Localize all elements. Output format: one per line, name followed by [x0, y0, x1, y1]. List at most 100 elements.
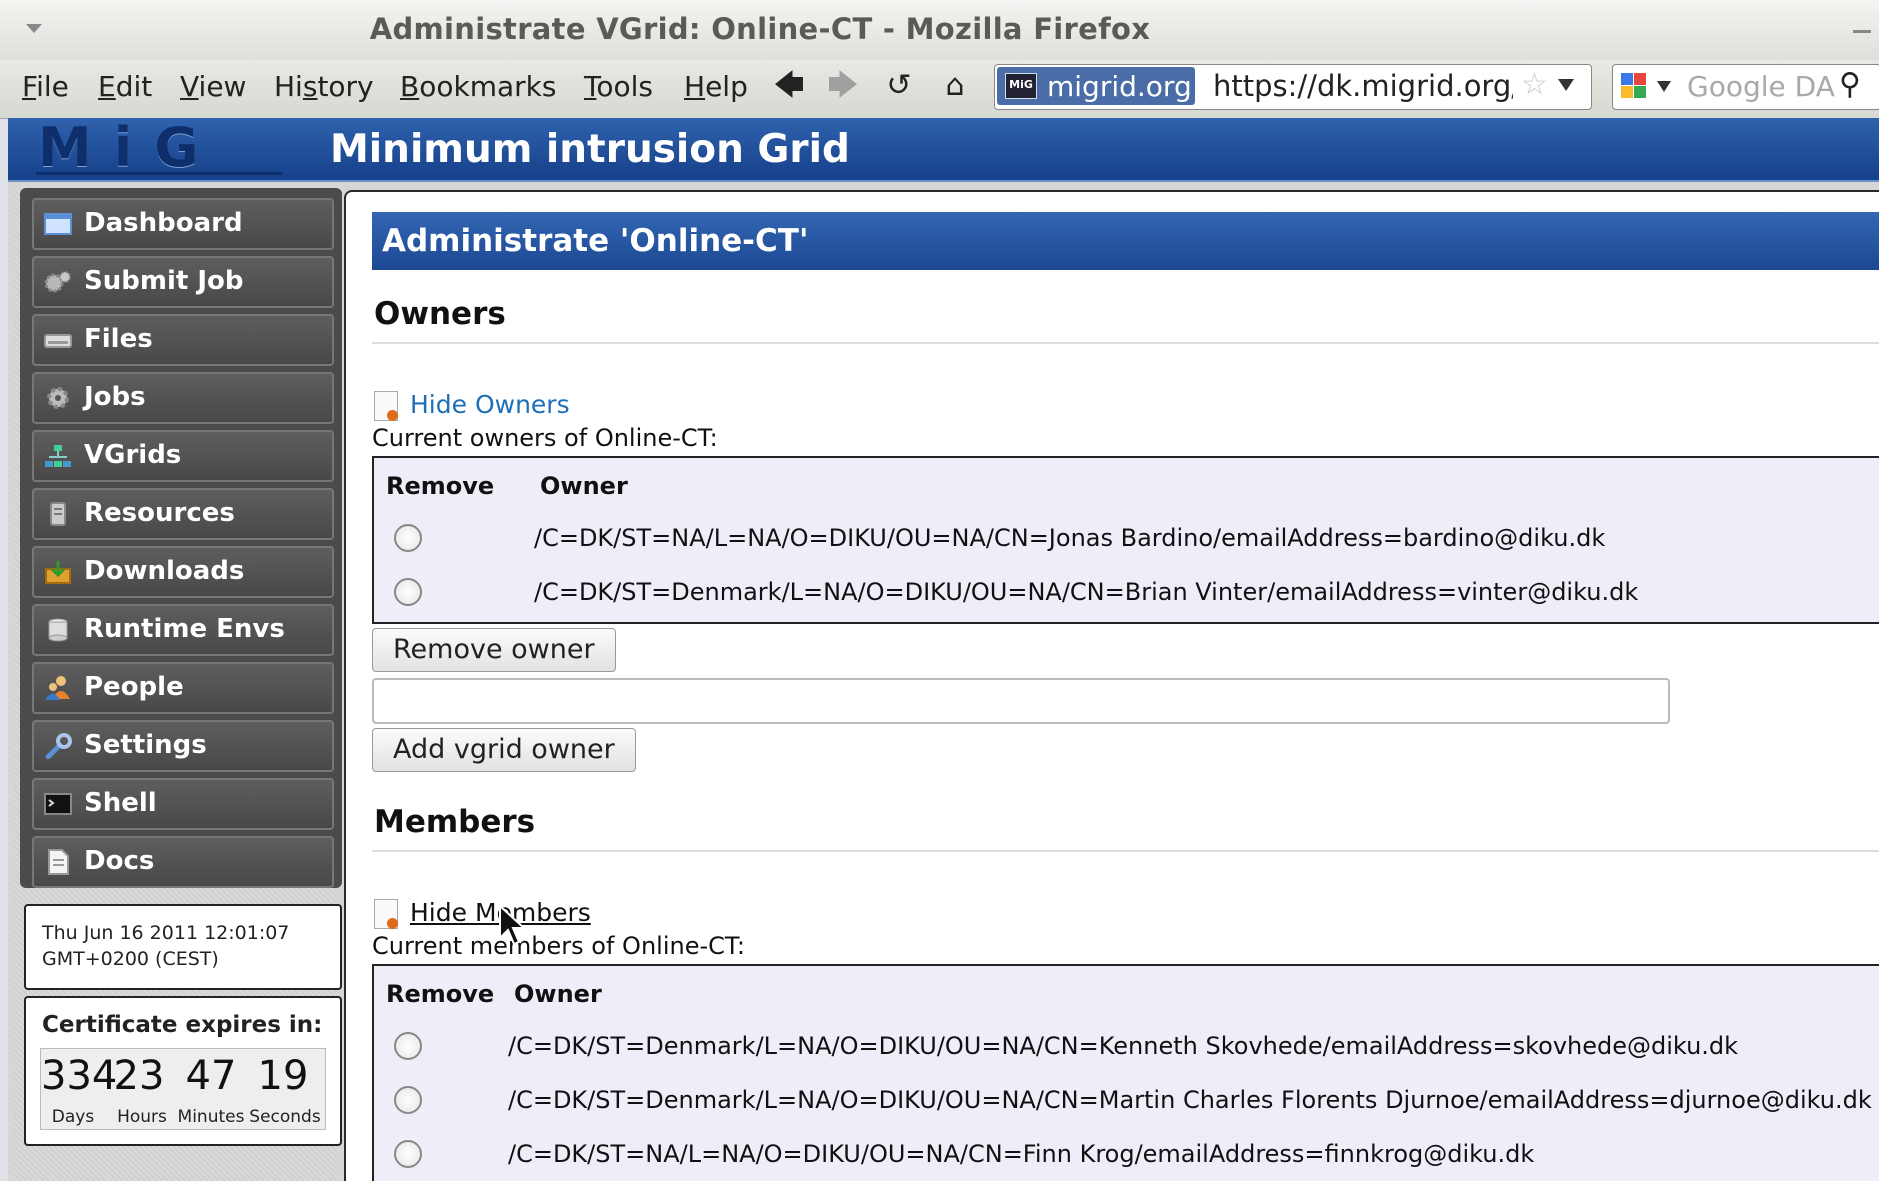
mig-logo[interactable]: MiG — [38, 121, 278, 175]
sidebar-item-people[interactable]: People — [32, 662, 334, 714]
mig-logo-underline — [36, 172, 282, 175]
members-col-owner: Owner — [514, 980, 602, 1008]
sidebar-item-runtime-envs[interactable]: Runtime Envs — [32, 604, 334, 656]
owner-remove-radio[interactable] — [394, 524, 422, 552]
sidebar-item-label: VGrids — [84, 440, 182, 470]
members-divider — [372, 850, 1879, 852]
member-remove-radio[interactable] — [394, 1140, 422, 1168]
menu-tools[interactable]: Tools — [584, 70, 653, 103]
member-dn: /C=DK/ST=Denmark/L=NA/O=DIKU/OU=NA/CN=Ke… — [508, 1032, 1739, 1060]
bookmark-star-icon[interactable]: ☆ — [1521, 67, 1548, 102]
reload-icon[interactable]: ↺ — [882, 68, 916, 104]
owner-remove-radio[interactable] — [394, 578, 422, 606]
owners-heading: Owners — [374, 296, 506, 332]
owners-col-owner: Owner — [540, 472, 628, 500]
owners-divider — [372, 342, 1879, 344]
server-icon — [50, 502, 66, 526]
sidebar-item-downloads[interactable]: Downloads — [32, 546, 334, 598]
dashboard-icon — [44, 213, 72, 235]
search-bar[interactable]: Google DA ⚲ — [1612, 64, 1879, 110]
menu-help-accel: H — [684, 70, 706, 103]
sidebar-item-label: Settings — [84, 730, 207, 760]
site-identity-label: migrid.org — [1047, 70, 1192, 103]
menu-history-pre: Hi — [274, 70, 303, 103]
remove-owner-button[interactable]: Remove owner — [372, 628, 616, 672]
members-table: Remove Owner /C=DK/ST=Denmark/L=NA/O=DIK… — [372, 964, 1879, 1181]
gear-icon — [47, 387, 69, 409]
gears-icon — [44, 271, 71, 293]
search-engine-dropdown-icon[interactable] — [1657, 81, 1671, 92]
sidebar-item-resources[interactable]: Resources — [32, 488, 334, 540]
member-dn: /C=DK/ST=NA/L=NA/O=DIKU/OU=NA/CN=Finn Kr… — [508, 1140, 1535, 1168]
menu-help[interactable]: Help — [684, 70, 748, 103]
hide-owners-label: Hide Owners — [410, 390, 570, 419]
sidebar-item-docs[interactable]: Docs — [32, 836, 334, 888]
owners-caption: Current owners of Online-CT: — [372, 424, 718, 452]
home-icon[interactable]: ⌂ — [938, 68, 972, 104]
clock-date: Thu Jun 16 2011 12:01:07 — [42, 922, 290, 944]
search-icon[interactable]: ⚲ — [1839, 67, 1861, 102]
certificate-title: Certificate expires in: — [42, 1012, 323, 1038]
search-input[interactable]: Google DA — [1687, 70, 1835, 103]
menu-tools-accel: T — [584, 70, 597, 103]
sidebar-item-label: Dashboard — [84, 208, 243, 238]
menu-file[interactable]: File — [22, 70, 69, 103]
sidebar-item-settings[interactable]: Settings — [32, 720, 334, 772]
owner-dn: /C=DK/ST=NA/L=NA/O=DIKU/OU=NA/CN=Jonas B… — [534, 524, 1606, 552]
wrench-icon — [45, 733, 72, 759]
menu-history[interactable]: History — [274, 70, 374, 103]
sidebar-item-jobs[interactable]: Jobs — [32, 372, 334, 424]
window-minimize-icon[interactable] — [1853, 30, 1871, 33]
url-text[interactable]: https://dk.migrid.org/ — [1213, 69, 1513, 103]
menubar: File Edit View History Bookmarks Tools H… — [0, 60, 1879, 119]
cylinder-icon — [48, 618, 68, 642]
sidebar-item-vgrids[interactable]: VGrids — [32, 430, 334, 482]
menu-history-accel: s — [302, 70, 318, 103]
countdown-hours: 23 — [113, 1053, 165, 1099]
sidebar-item-dashboard[interactable]: Dashboard — [32, 198, 334, 250]
back-arrow-icon[interactable]: 🡄 — [772, 68, 806, 104]
owners-col-remove: Remove — [386, 472, 495, 500]
certificate-panel: Certificate expires in: 334 23 47 19 Day… — [24, 996, 342, 1146]
google-engine-icon[interactable] — [1621, 73, 1647, 99]
member-dn: /C=DK/ST=Denmark/L=NA/O=DIKU/OU=NA/CN=Ma… — [508, 1086, 1872, 1114]
add-owner-input[interactable] — [372, 678, 1670, 724]
menu-help-label: elp — [705, 70, 748, 103]
network-icon — [45, 445, 71, 467]
menu-edit[interactable]: Edit — [98, 70, 152, 103]
sidebar-item-files[interactable]: Files — [32, 314, 334, 366]
sidebar-item-label: Resources — [84, 498, 235, 528]
sidebar-nav: Dashboard Submit Job Files Jobs VGrids R… — [20, 188, 342, 888]
menu-file-label: ile — [36, 70, 69, 103]
page-title: Administrate 'Online-CT' — [372, 212, 1879, 270]
url-bar[interactable]: MiG migrid.org https://dk.migrid.org/ ☆ — [994, 64, 1592, 110]
window-titlebar: Administrate VGrid: Online-CT - Mozilla … — [0, 0, 1879, 67]
member-remove-radio[interactable] — [394, 1086, 422, 1114]
clock-panel: Thu Jun 16 2011 12:01:07 GMT+0200 (CEST) — [24, 904, 342, 990]
menu-bookmarks[interactable]: Bookmarks — [400, 70, 556, 103]
download-icon — [45, 561, 71, 584]
menu-view-accel: V — [180, 70, 199, 103]
main-content: Administrate 'Online-CT' Owners Hide Own… — [344, 190, 1879, 1181]
sidebar: Dashboard Submit Job Files Jobs VGrids R… — [14, 188, 342, 1181]
menu-history-label: tory — [317, 70, 374, 103]
countdown-seconds-label: Seconds — [249, 1107, 321, 1127]
menu-edit-label: dit — [115, 70, 153, 103]
site-identity-button[interactable]: MiG migrid.org — [997, 67, 1195, 105]
forward-arrow-icon[interactable]: 🡆 — [826, 68, 860, 104]
add-vgrid-owner-button[interactable]: Add vgrid owner — [372, 728, 636, 772]
member-remove-radio[interactable] — [394, 1032, 422, 1060]
countdown-days-label: Days — [51, 1107, 95, 1127]
sidebar-item-shell[interactable]: Shell — [32, 778, 334, 830]
countdown-minutes: 47 — [185, 1053, 237, 1099]
menu-edit-accel: E — [98, 70, 116, 103]
menu-view[interactable]: View — [180, 70, 246, 103]
document-toggle-icon — [374, 899, 398, 929]
url-history-dropdown-icon[interactable] — [1558, 79, 1574, 91]
countdown-days: 334 — [41, 1053, 118, 1099]
menu-bookmarks-accel: B — [400, 70, 420, 103]
window-title: Administrate VGrid: Online-CT - Mozilla … — [369, 12, 1151, 46]
countdown-minutes-label: Minutes — [177, 1107, 245, 1127]
sidebar-item-label: Submit Job — [84, 266, 244, 296]
sidebar-item-submit-job[interactable]: Submit Job — [32, 256, 334, 308]
